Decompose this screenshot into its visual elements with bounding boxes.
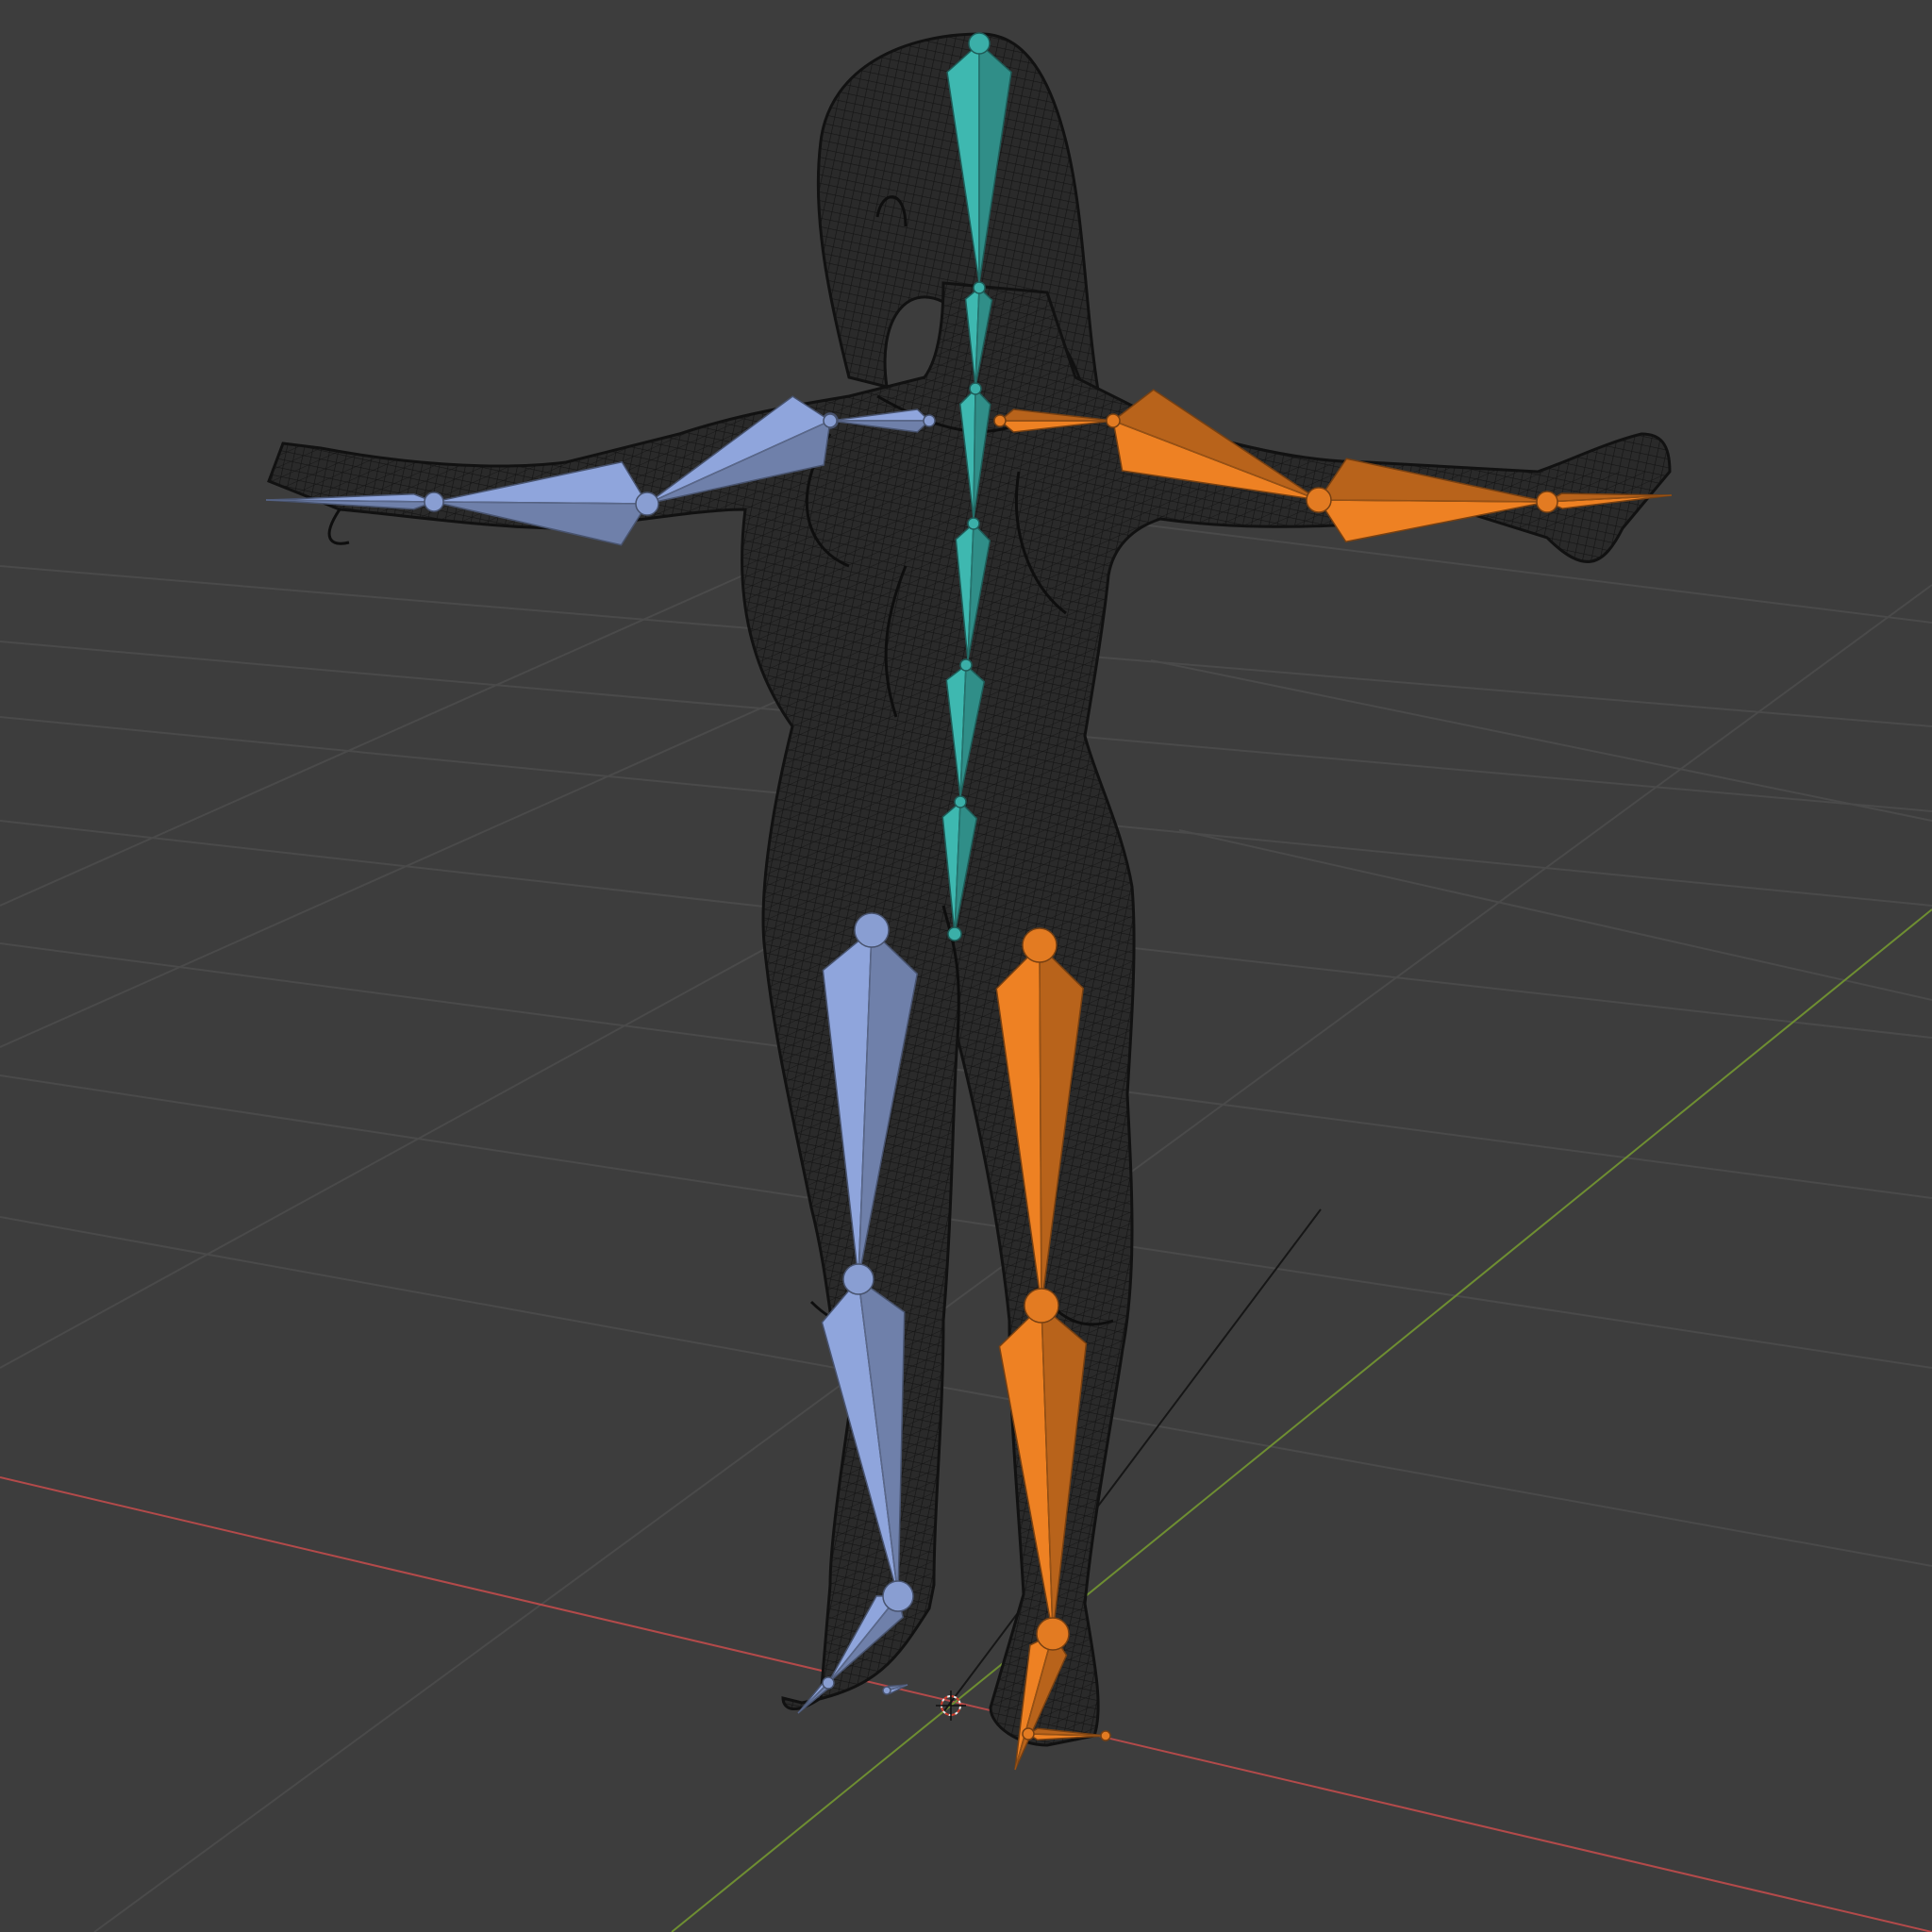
bone-forearm-r-head-joint[interactable] <box>1306 487 1332 513</box>
bone-foot-r-head-joint[interactable] <box>1036 1617 1070 1651</box>
bone-hips-tail-joint[interactable] <box>947 926 962 941</box>
bone-shoulder-r-head-joint[interactable] <box>993 414 1007 427</box>
bone-foot-l-head-joint[interactable] <box>882 1580 914 1612</box>
bone-spine-lower-head-joint[interactable] <box>959 658 973 672</box>
grid-line <box>0 1216 1932 1567</box>
bone-shin-r-head-joint[interactable] <box>1024 1288 1059 1324</box>
3d-cursor[interactable] <box>936 1690 966 1721</box>
bone-head-head-joint[interactable] <box>968 32 991 55</box>
bone-neck-head-joint[interactable] <box>973 281 986 294</box>
grid-line <box>1150 659 1932 822</box>
x-axis-line <box>0 1476 1932 1932</box>
bone-hand-l-head-joint[interactable] <box>424 491 444 512</box>
bone-shin-l-head-joint[interactable] <box>842 1263 874 1295</box>
bone-toe-r-head-joint[interactable] <box>1022 1727 1035 1740</box>
grid-line <box>0 1074 1932 1369</box>
bone-spine-upper-head-joint[interactable] <box>967 517 980 530</box>
bone-thigh-r-head-joint[interactable] <box>1022 927 1058 963</box>
bone-thigh-l-head-joint[interactable] <box>854 912 890 948</box>
bone-hand-r-head-joint[interactable] <box>1536 491 1558 513</box>
bone-upperarm-l-head-joint[interactable] <box>823 413 838 428</box>
grid-line <box>1178 829 1932 1001</box>
grid-line <box>0 527 850 907</box>
bone-chest-head-joint[interactable] <box>969 382 982 395</box>
bone-toe-l-head-joint[interactable] <box>822 1676 835 1690</box>
mesh-wireframe[interactable] <box>267 32 1672 1747</box>
bone-forearm-l-head-joint[interactable] <box>635 491 659 516</box>
view-guide-line <box>942 1208 1322 1713</box>
viewport-canvas[interactable] <box>0 0 1932 1932</box>
bone-upperarm-r-head-joint[interactable] <box>1106 413 1121 428</box>
3d-viewport[interactable] <box>0 0 1932 1932</box>
bone-toe-r-tail-joint[interactable] <box>1100 1730 1111 1741</box>
bone-hips-head-joint[interactable] <box>954 795 967 808</box>
bone-toe-l2-head-joint[interactable] <box>882 1686 891 1695</box>
grid-line <box>1018 508 1932 624</box>
bone-shoulder-l-head-joint[interactable] <box>923 414 936 427</box>
